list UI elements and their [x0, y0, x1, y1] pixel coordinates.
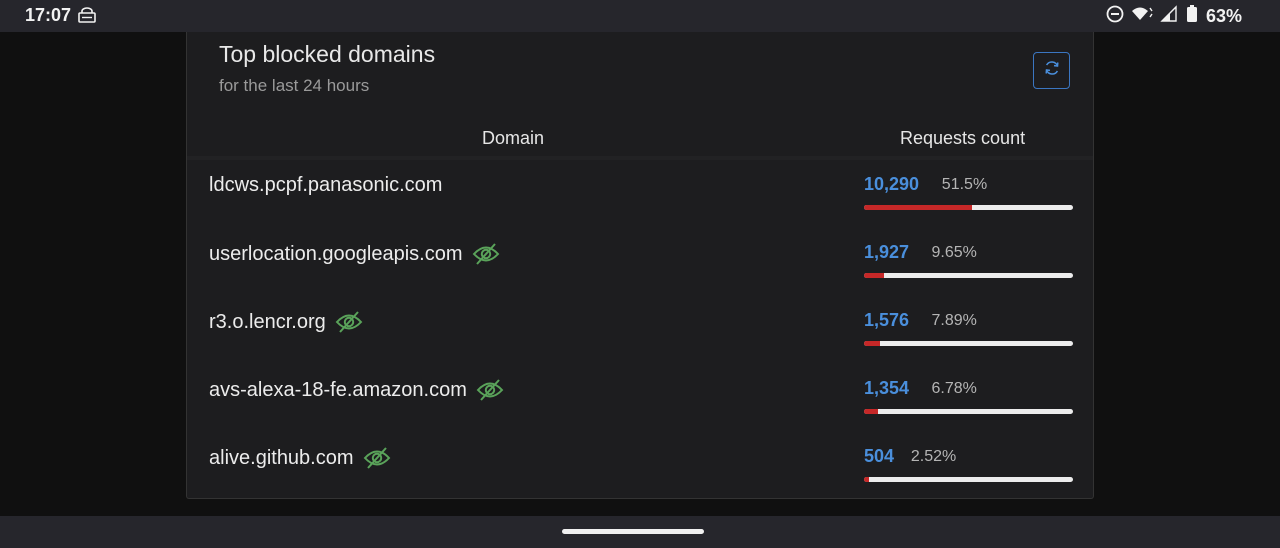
request-percent: 51.5%: [941, 176, 988, 193]
request-percent: 9.65%: [931, 244, 977, 261]
request-count: 504: [864, 446, 895, 466]
status-time: 17:07: [25, 5, 72, 25]
refresh-icon: [1043, 59, 1061, 82]
percent-bar-fill: [864, 477, 870, 482]
wifi-icon: [1130, 5, 1154, 28]
percent-bar: [864, 273, 1073, 278]
domain-cell: userlocation.googleapis.com: [209, 242, 500, 266]
gesture-handle[interactable]: [562, 529, 704, 534]
request-count: 1,927: [864, 242, 910, 262]
table-row: alive.github.com 504 2.52%: [187, 446, 1093, 514]
eye-off-icon: [335, 310, 363, 334]
card-title: Top blocked domains: [219, 41, 436, 67]
table-row: userlocation.googleapis.com 1,927 9.65%: [187, 242, 1093, 310]
request-count: 1,576: [864, 310, 910, 330]
table-row: r3.o.lencr.org 1,576 7.89%: [187, 310, 1093, 378]
percent-bar: [864, 205, 1073, 210]
vpn-key-icon: [78, 7, 96, 28]
eye-off-icon: [476, 378, 504, 402]
request-count: 10,290: [864, 174, 920, 194]
percent-bar: [864, 409, 1073, 414]
signal-icon: [1160, 5, 1180, 28]
request-percent: 7.89%: [931, 312, 977, 329]
domain-link[interactable]: avs-alexa-18-fe.amazon.com: [209, 379, 467, 402]
percent-bar: [864, 477, 1073, 482]
battery-percent: 63%: [1205, 6, 1242, 26]
domain-cell: ldcws.pcpf.panasonic.com: [209, 174, 442, 197]
domain-link[interactable]: alive.github.com: [209, 447, 354, 470]
percent-bar-fill: [864, 273, 885, 278]
domain-cell: avs-alexa-18-fe.amazon.com: [209, 378, 504, 402]
domain-link[interactable]: userlocation.googleapis.com: [209, 243, 463, 266]
header-divider: [187, 156, 1093, 160]
percent-bar: [864, 341, 1073, 346]
domain-link[interactable]: ldcws.pcpf.panasonic.com: [209, 174, 442, 197]
request-percent: 6.78%: [931, 380, 977, 397]
top-blocked-domains-card: Top blocked domains for the last 24 hour…: [186, 32, 1094, 499]
navigation-bar: [0, 516, 1280, 548]
eye-off-icon: [472, 242, 500, 266]
domain-link[interactable]: r3.o.lencr.org: [209, 311, 326, 334]
percent-bar-fill: [864, 341, 881, 346]
refresh-button[interactable]: [1033, 52, 1070, 89]
status-bar: 17:07 63%: [0, 0, 1280, 32]
card-subtitle: for the last 24 hours: [219, 76, 370, 95]
battery-icon: [1186, 5, 1198, 28]
column-header-domain[interactable]: Domain: [482, 128, 544, 149]
table-row: avs-alexa-18-fe.amazon.com 1,354 6.78%: [187, 378, 1093, 446]
domain-cell: alive.github.com: [209, 446, 391, 470]
do-not-disturb-icon: [1106, 5, 1124, 28]
domain-cell: r3.o.lencr.org: [209, 310, 363, 334]
percent-bar-fill: [864, 205, 972, 210]
table-row: ldcws.pcpf.panasonic.com 10,290 51.5%: [187, 174, 1093, 242]
request-percent: 2.52%: [910, 448, 957, 465]
percent-bar-fill: [864, 409, 879, 414]
column-header-requests-count[interactable]: Requests count: [900, 128, 1025, 149]
eye-off-icon: [363, 446, 391, 470]
request-count: 1,354: [864, 378, 910, 398]
